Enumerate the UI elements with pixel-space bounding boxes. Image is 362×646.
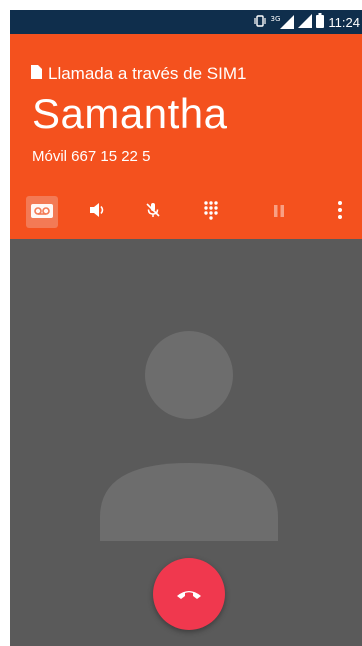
call-body (10, 239, 362, 646)
call-actions (10, 192, 362, 232)
signal-icon (298, 13, 313, 32)
contact-avatar (100, 331, 278, 541)
vibrate-icon (253, 13, 267, 32)
mute-button[interactable] (137, 196, 169, 228)
more-options-button[interactable] (324, 196, 356, 228)
contact-number: Móvil 667 15 22 5 (32, 148, 151, 165)
call-screen: 3G 11:24 Llamada a través de SIM1 Samant… (10, 10, 362, 646)
speaker-button[interactable] (81, 196, 113, 228)
signal-3g-icon: 3G (271, 15, 295, 29)
voicemail-icon (31, 203, 53, 222)
more-vert-icon (337, 200, 343, 224)
contact-name: Samantha (32, 90, 228, 137)
end-call-icon (176, 585, 202, 604)
pause-icon (273, 203, 285, 222)
dialpad-icon (203, 200, 219, 224)
hold-button[interactable] (263, 196, 295, 228)
dialpad-button[interactable] (195, 196, 227, 228)
status-icons: 3G 11:24 (253, 10, 362, 34)
speaker-icon (88, 201, 106, 223)
network-type-label: 3G (270, 15, 281, 23)
sim-info: Llamada a través de SIM1 (31, 64, 246, 84)
battery-icon (316, 12, 325, 32)
sim-card-icon (31, 64, 42, 84)
person-placeholder-icon (100, 331, 278, 541)
sim-label: Llamada a través de SIM1 (48, 64, 247, 83)
status-time: 11:24 (328, 14, 360, 30)
voicemail-button[interactable] (26, 196, 58, 228)
end-call-button[interactable] (153, 558, 225, 630)
mic-off-icon (144, 201, 162, 223)
status-bar: 3G 11:24 (10, 10, 362, 34)
call-header: Llamada a través de SIM1 Samantha Móvil … (10, 34, 362, 239)
